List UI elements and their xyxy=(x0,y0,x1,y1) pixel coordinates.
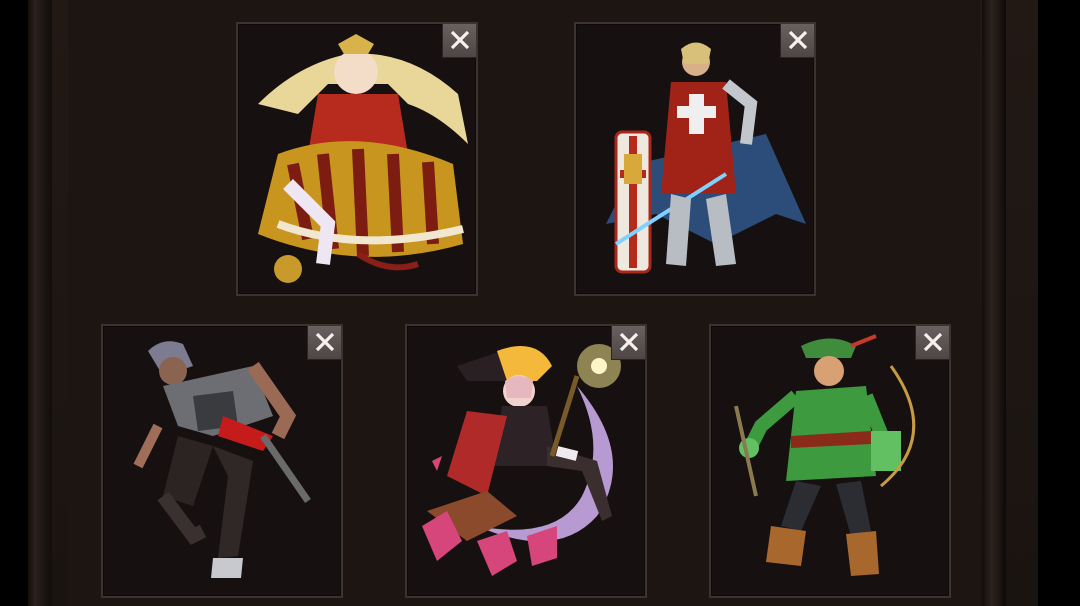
remove-slot-1-button[interactable] xyxy=(442,24,476,58)
panel-frame-left xyxy=(28,0,52,606)
character-slot-3[interactable] xyxy=(101,324,343,598)
character-slot-4[interactable] xyxy=(405,324,647,598)
character-slot-2[interactable] xyxy=(574,22,816,296)
character-art-templar-knight xyxy=(606,42,806,274)
character-slot-1[interactable] xyxy=(236,22,478,296)
character-art-chainsaw-fighter xyxy=(133,341,311,578)
remove-slot-2-button[interactable] xyxy=(780,24,814,58)
remove-slot-3-button[interactable] xyxy=(307,326,341,360)
character-slot-5[interactable] xyxy=(709,324,951,598)
remove-slot-5-button[interactable] xyxy=(915,326,949,360)
close-icon xyxy=(450,30,470,50)
character-art-witch-on-moon xyxy=(422,344,621,576)
close-icon xyxy=(923,332,943,352)
close-icon xyxy=(315,332,335,352)
character-art-green-archer xyxy=(734,334,916,576)
remove-slot-4-button[interactable] xyxy=(611,326,645,360)
close-icon xyxy=(788,30,808,50)
character-art-princess-mage xyxy=(258,34,468,283)
close-icon xyxy=(619,332,639,352)
panel-frame-right xyxy=(982,0,1006,606)
